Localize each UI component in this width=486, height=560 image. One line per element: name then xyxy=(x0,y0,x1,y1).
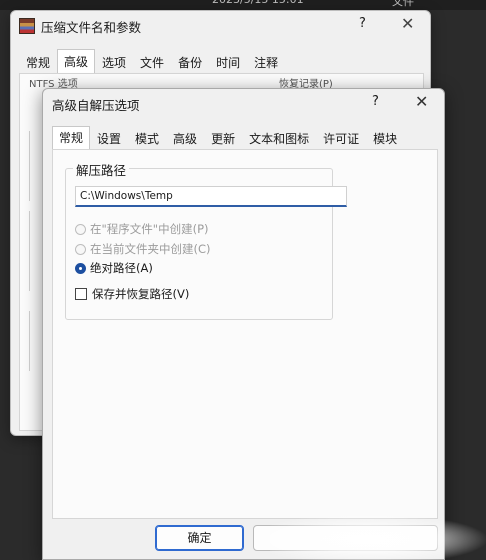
extraction-path-input[interactable]: C:\Windows\Temp xyxy=(75,186,347,207)
bg-tab-comment[interactable]: 注释 xyxy=(247,51,285,73)
tab-license[interactable]: 许可证 xyxy=(316,127,366,151)
help-button[interactable]: ? xyxy=(372,94,379,109)
create-in-current-folder-option[interactable]: 在当前文件夹中创建(C) xyxy=(75,241,211,257)
tab-advanced[interactable]: 高级 xyxy=(166,127,204,151)
background-groupbox-edge xyxy=(29,211,40,291)
bg-tab-options[interactable]: 选项 xyxy=(95,51,133,73)
create-in-program-files-option[interactable]: 在"程序文件"中创建(P) xyxy=(75,221,209,237)
tab-modes[interactable]: 模式 xyxy=(128,127,166,151)
dialog-title: 高级自解压选项 xyxy=(52,98,140,113)
extraction-path-group-label: 解压路径 xyxy=(73,160,130,179)
absolute-path-radio[interactable] xyxy=(75,262,86,274)
file-menu-fragment: 文件 xyxy=(392,0,414,8)
ok-button[interactable]: 确定 xyxy=(155,525,244,551)
clock-fragment: 2023/5/15 15:01 xyxy=(212,0,304,6)
absolute-path-radio-label: 绝对路径(A) xyxy=(90,261,153,275)
bg-tab-general[interactable]: 常规 xyxy=(19,51,57,73)
tab-text-and-icon[interactable]: 文本和图标 xyxy=(242,127,316,151)
tab-strip: 常规 设置 模式 高级 更新 文本和图标 许可证 模块 xyxy=(52,126,404,151)
program-files-radio[interactable] xyxy=(75,223,86,235)
bg-tab-time[interactable]: 时间 xyxy=(209,51,247,73)
background-groupbox-edge xyxy=(29,131,40,201)
close-button[interactable]: ✕ xyxy=(415,92,428,111)
background-dialog-title: 压缩文件名和参数 xyxy=(41,20,142,35)
bg-tab-files[interactable]: 文件 xyxy=(133,51,171,73)
general-tab-panel: 解压路径 C:\Windows\Temp 在"程序文件"中创建(P) 在当前文件… xyxy=(52,149,438,519)
current-folder-radio-label: 在当前文件夹中创建(C) xyxy=(90,242,211,256)
tab-update[interactable]: 更新 xyxy=(204,127,242,151)
save-restore-path-option[interactable]: 保存并恢复路径(V) xyxy=(75,286,189,302)
light-glare-overlay xyxy=(270,514,486,560)
taskbar-strip: 2023/5/15 15:01 文件 xyxy=(0,0,486,10)
absolute-path-option[interactable]: 绝对路径(A) xyxy=(75,260,153,276)
extraction-path-group: 解压路径 C:\Windows\Temp 在"程序文件"中创建(P) 在当前文件… xyxy=(65,160,347,320)
current-folder-radio[interactable] xyxy=(75,243,86,255)
tab-setup[interactable]: 设置 xyxy=(90,127,128,151)
tab-module[interactable]: 模块 xyxy=(366,127,404,151)
program-files-radio-label: 在"程序文件"中创建(P) xyxy=(90,222,209,236)
advanced-sfx-options-dialog: 高级自解压选项 ? ✕ 常规 设置 模式 高级 更新 文本和图标 许可证 模块 … xyxy=(42,88,445,560)
bg-tab-backup[interactable]: 备份 xyxy=(171,51,209,73)
winrar-app-icon xyxy=(19,18,35,34)
save-restore-path-label: 保存并恢复路径(V) xyxy=(92,287,190,301)
background-tab-strip: 常规 高级 选项 文件 备份 时间 注释 xyxy=(19,49,285,76)
save-restore-path-checkbox[interactable] xyxy=(75,288,87,300)
bg-tab-advanced[interactable]: 高级 xyxy=(57,49,96,76)
background-help-button[interactable]: ? xyxy=(359,16,366,31)
tab-general[interactable]: 常规 xyxy=(52,126,91,151)
background-title-bar: 压缩文件名和参数 ? ✕ xyxy=(11,11,430,41)
background-close-button[interactable]: ✕ xyxy=(401,14,414,33)
background-groupbox-edge xyxy=(29,311,40,371)
